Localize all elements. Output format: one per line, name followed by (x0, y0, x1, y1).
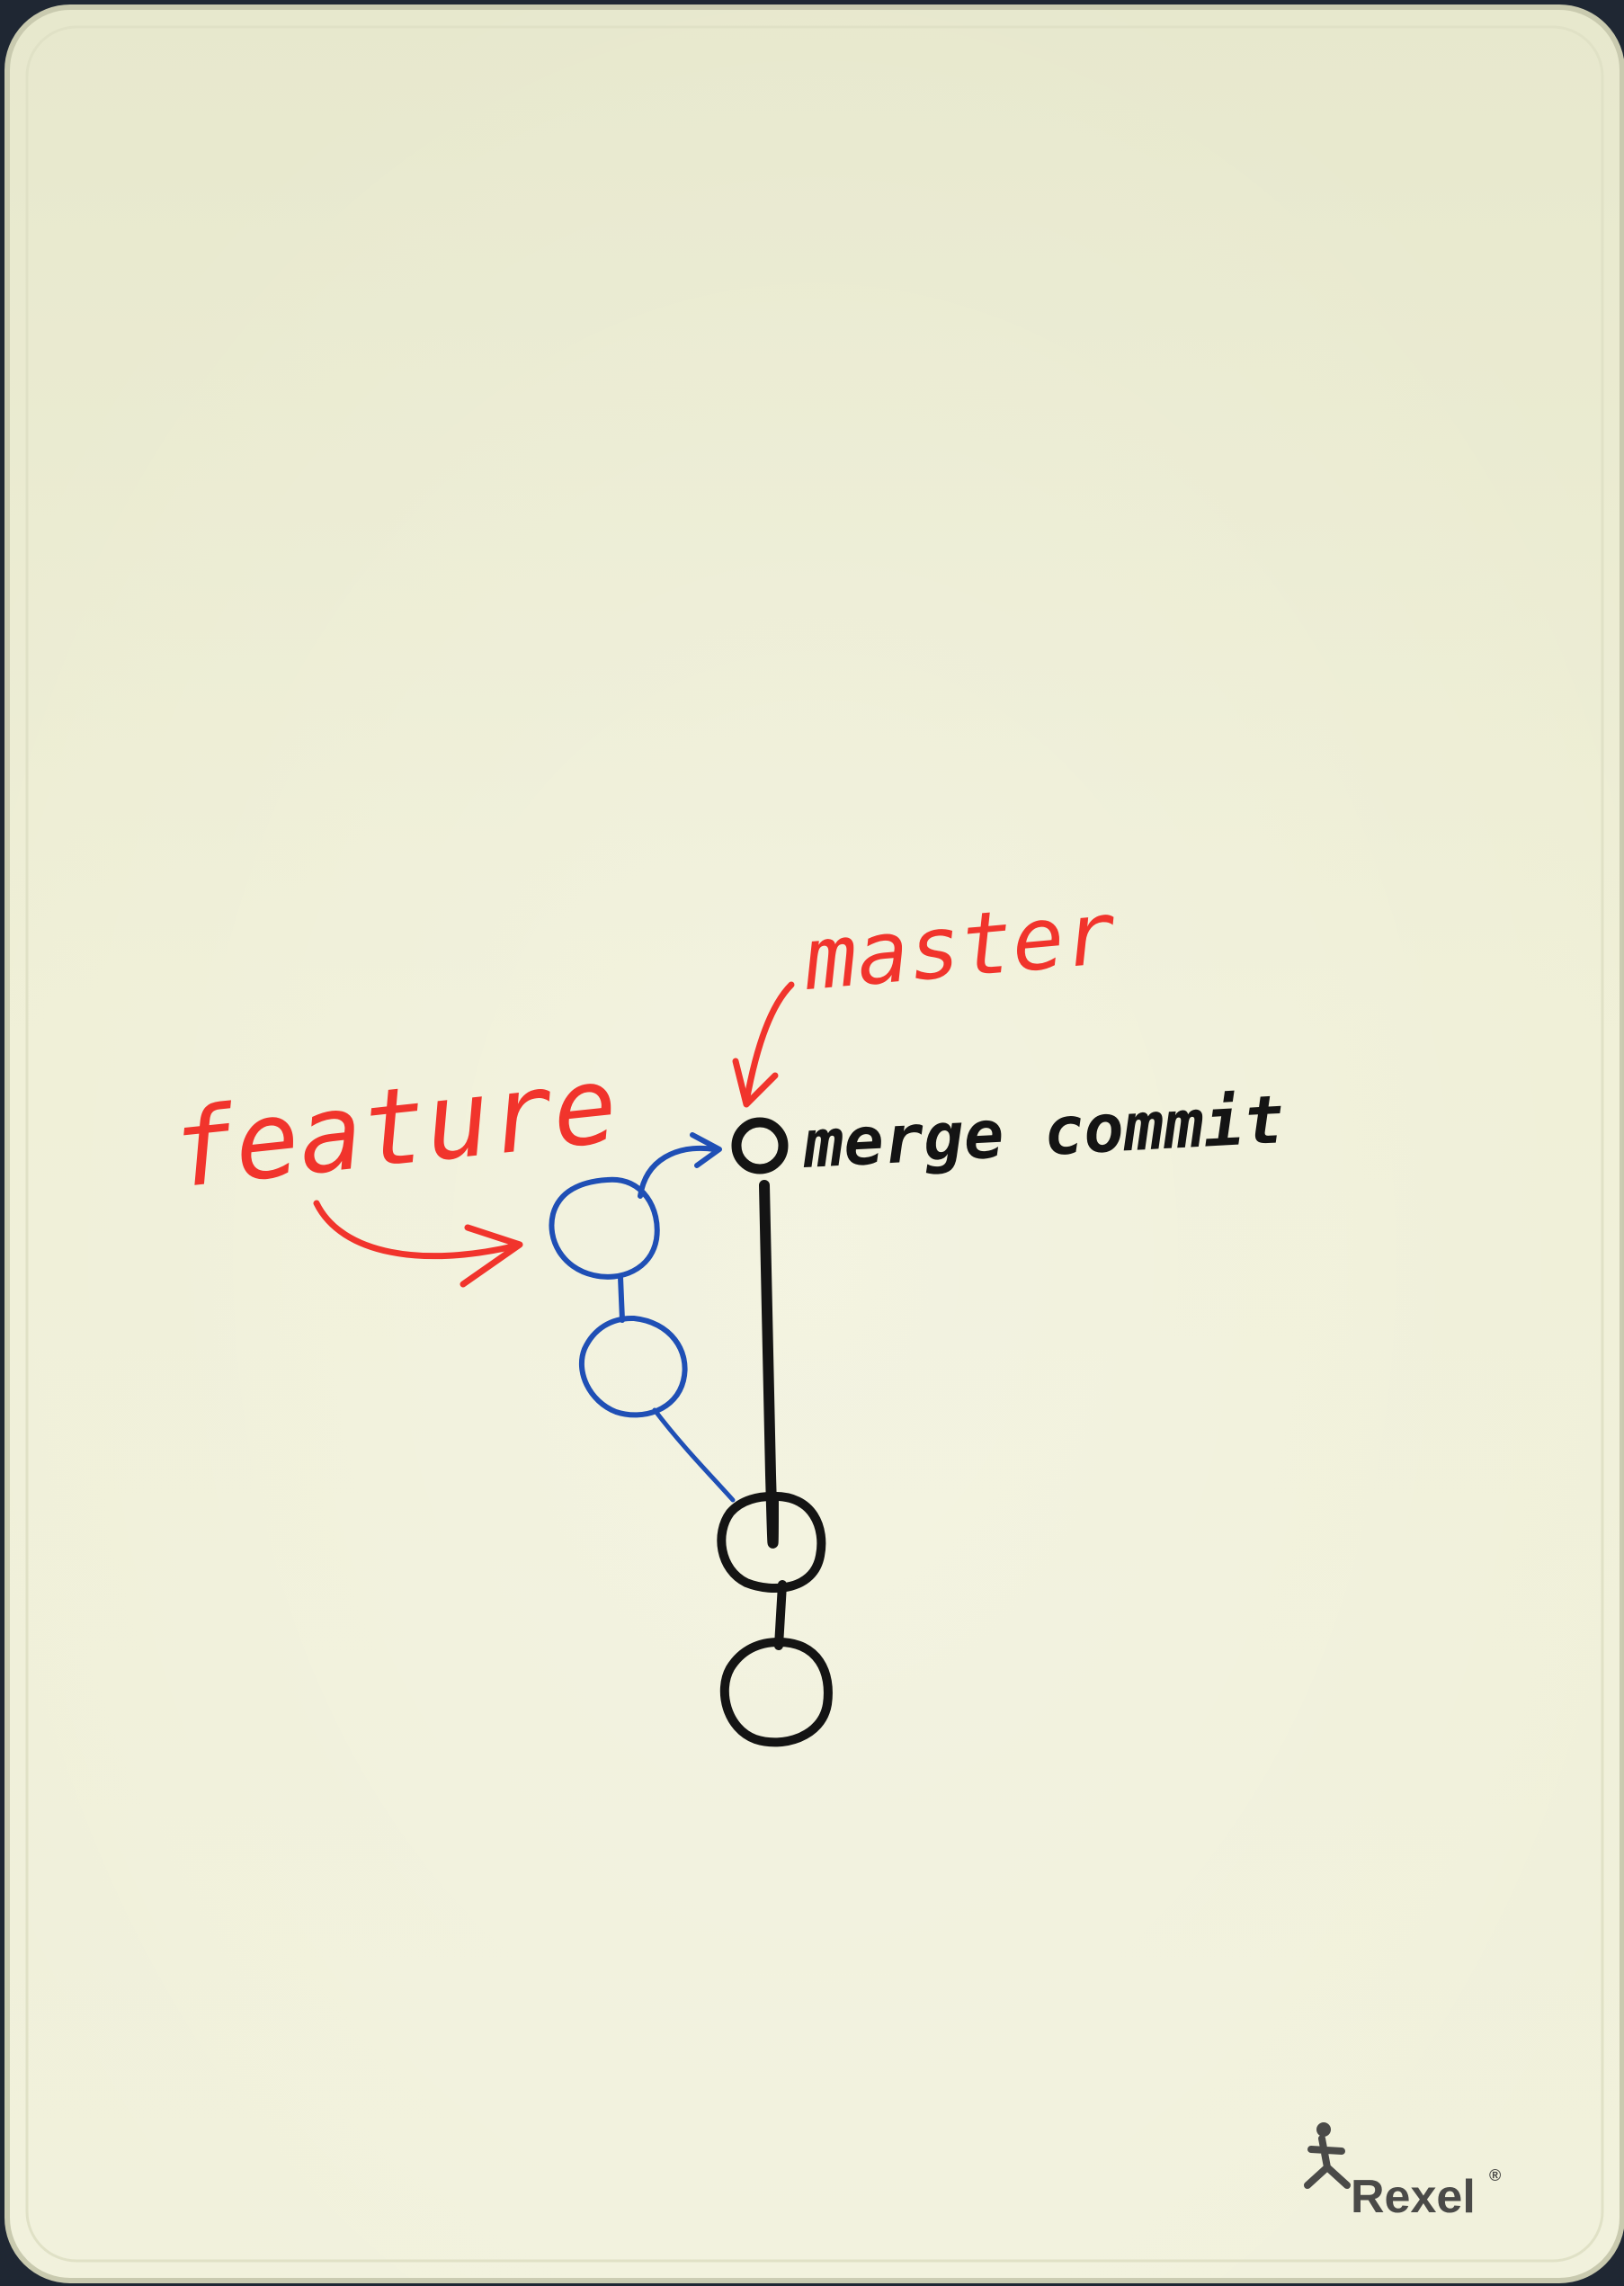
brand-name: Rexel (1351, 2171, 1476, 2223)
brand-registered-mark: ® (1489, 2166, 1501, 2184)
feature-connector (618, 1274, 625, 1323)
whiteboard-photo: feature master merge commit Rexel ® (0, 0, 1624, 2286)
master-connector (774, 1580, 787, 1650)
whiteboard: feature master merge commit Rexel ® (0, 0, 1624, 2286)
